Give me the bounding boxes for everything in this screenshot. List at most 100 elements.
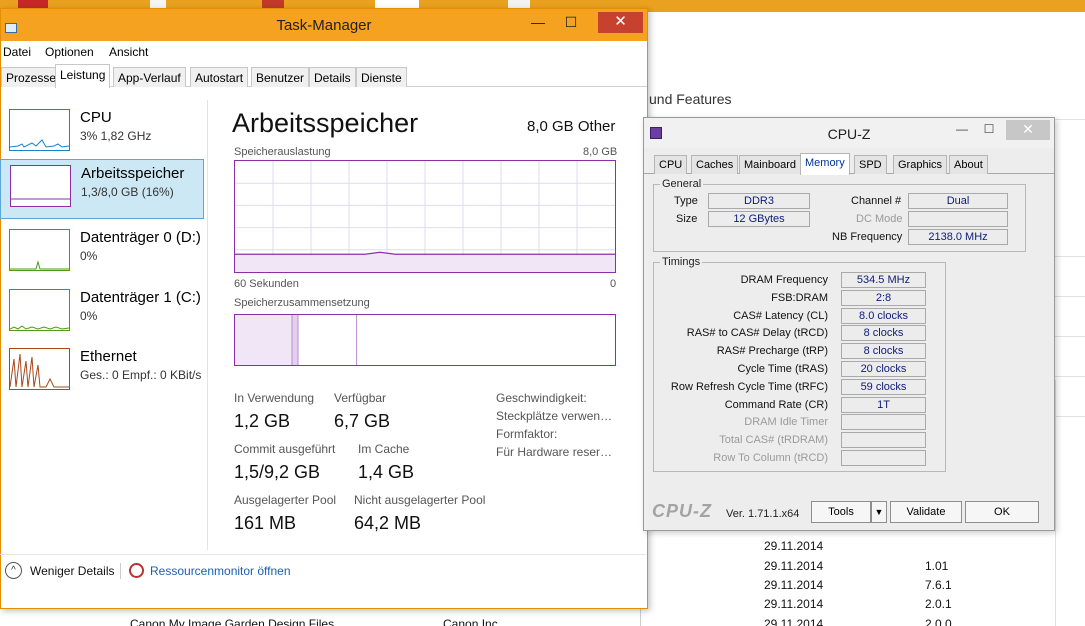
minimize-button[interactable]: — bbox=[524, 13, 552, 33]
dc-mode-field bbox=[908, 211, 1008, 227]
maximize-button[interactable]: ☐ bbox=[557, 13, 585, 33]
sidebar-item-detail: Ges.: 0 Empf.: 0 KBit/s bbox=[80, 368, 202, 382]
sidebar-item-label: Arbeitsspeicher bbox=[81, 165, 185, 182]
resource-monitor-link[interactable]: Ressourcenmonitor öffnen bbox=[150, 564, 291, 578]
nonpaged-pool-value: 64,2 MB bbox=[354, 513, 422, 533]
memory-usage-chart bbox=[235, 161, 615, 272]
cpuz-tab-mainboard[interactable]: Mainboard bbox=[739, 155, 801, 174]
size-field: 12 GBytes bbox=[708, 211, 810, 227]
timing-label: Cycle Time (tRAS) bbox=[737, 363, 828, 375]
timing-value: 1T bbox=[841, 396, 926, 413]
cpuz-tab-memory[interactable]: Memory bbox=[800, 153, 850, 175]
channel-label: Channel # bbox=[851, 195, 902, 207]
close-button[interactable]: ✕ bbox=[598, 12, 643, 33]
tools-dropdown-icon[interactable]: ▼ bbox=[871, 501, 887, 523]
available-label: Verfügbar bbox=[334, 391, 387, 405]
timing-label: FSB:DRAM bbox=[771, 291, 828, 304]
in-use-segment bbox=[235, 315, 292, 365]
nb-frequency-label: NB Frequency bbox=[832, 231, 903, 243]
program-name: Canon My Image Garden Design Files bbox=[130, 617, 335, 626]
sparkline-path bbox=[9, 353, 69, 388]
timing-label: CAS# Latency (CL) bbox=[733, 309, 828, 322]
program-version: 7.6.1 bbox=[925, 578, 952, 592]
timing-label: Total CAS# (tRDRAM) bbox=[719, 434, 828, 447]
memory-composition-label: Speicherzusammensetzung bbox=[234, 297, 370, 309]
timing-value bbox=[841, 414, 926, 431]
type-field: DDR3 bbox=[708, 193, 810, 209]
timing-label: DRAM Idle Timer bbox=[744, 416, 828, 429]
sidebar-item-2[interactable]: Arbeitsspeicher 1,3/8,0 GB (16%) bbox=[0, 159, 204, 219]
sidebar-sparkline bbox=[10, 260, 69, 270]
program-publisher: Canon Inc. bbox=[443, 617, 502, 626]
ok-button[interactable]: OK bbox=[965, 501, 1039, 523]
timing-value bbox=[841, 450, 926, 466]
cpuz-tab-spd[interactable]: SPD bbox=[854, 155, 887, 174]
sidebar-divider bbox=[207, 100, 208, 550]
sidebar-sparkline bbox=[11, 198, 70, 200]
resource-monitor-icon[interactable] bbox=[129, 563, 144, 578]
type-label: Type bbox=[674, 195, 698, 207]
menu-options[interactable]: Optionen bbox=[45, 45, 94, 59]
in-use-label: In Verwendung bbox=[234, 391, 315, 405]
programs-window-header: und Features bbox=[641, 80, 1085, 120]
memory-usage-max: 8,0 GB bbox=[583, 146, 618, 158]
modified-segment bbox=[292, 315, 298, 365]
cpuz-tabs: CPU Caches Mainboard Memory SPD Graphics… bbox=[644, 153, 1054, 175]
cpuz-minimize-button[interactable]: — bbox=[950, 122, 974, 136]
cpuz-titlebar[interactable]: CPU-Z — ☐ ✕ bbox=[644, 118, 1054, 148]
speed-label: Geschwindigkeit: bbox=[496, 391, 587, 405]
memory-composition-bar bbox=[234, 314, 616, 366]
cpuz-tab-graphics[interactable]: Graphics bbox=[893, 155, 948, 174]
timing-value: 2:8 bbox=[841, 289, 926, 306]
tools-button[interactable]: Tools bbox=[811, 501, 871, 523]
cpuz-tab-caches[interactable]: Caches bbox=[691, 155, 739, 174]
cpuz-tab-cpu[interactable]: CPU bbox=[654, 155, 688, 174]
sidebar-item-5[interactable]: Ethernet Ges.: 0 Empf.: 0 KBit/s bbox=[0, 343, 204, 403]
cpuz-close-button[interactable]: ✕ bbox=[1006, 120, 1050, 140]
graph-time-zero: 0 bbox=[610, 278, 617, 290]
cpuz-tab-about[interactable]: About bbox=[949, 155, 988, 174]
sidebar-thumbnail bbox=[9, 348, 70, 390]
menu-file[interactable]: Datei bbox=[3, 45, 31, 59]
hardware-reserved-label: Für Hardware reservi... bbox=[496, 445, 616, 459]
cached-label: Im Cache bbox=[358, 442, 410, 456]
sidebar-item-detail: 1,3/8,0 GB (16%) bbox=[81, 185, 174, 199]
timing-label: RAS# Precharge (tRP) bbox=[716, 345, 828, 358]
sparkline-path bbox=[9, 325, 70, 330]
sidebar-item-3[interactable]: Datenträger 0 (D:) 0% bbox=[0, 224, 204, 284]
menu-view[interactable]: Ansicht bbox=[109, 45, 148, 59]
channel-field: Dual bbox=[908, 193, 1008, 209]
in-use-value: 1,2 GB bbox=[234, 411, 291, 431]
timing-label: DRAM Frequency bbox=[740, 274, 828, 286]
sparkline-path bbox=[9, 139, 70, 148]
task-manager-titlebar[interactable]: Task-Manager — ☐ ✕ bbox=[1, 9, 647, 41]
tab-details[interactable]: Details bbox=[309, 67, 356, 87]
timing-label: RAS# to CAS# Delay (tRCD) bbox=[686, 327, 828, 340]
fewer-details-link[interactable]: Weniger Details bbox=[30, 564, 114, 578]
cpuz-maximize-button[interactable]: ☐ bbox=[977, 122, 1001, 136]
timings-legend: Timings bbox=[660, 256, 703, 268]
sidebar-item-detail: 0% bbox=[80, 309, 98, 323]
tab-users[interactable]: Benutzer bbox=[251, 67, 310, 87]
chevron-up-icon[interactable]: ^ bbox=[5, 562, 22, 579]
slots-used-label: Steckplätze verwend... bbox=[496, 409, 616, 423]
sidebar-item-4[interactable]: Datenträger 1 (C:) 0% bbox=[0, 284, 204, 344]
nonpaged-pool-label: Nicht ausgelagerter Pool bbox=[354, 493, 486, 507]
memory-usage-graph bbox=[234, 160, 616, 273]
tab-startup[interactable]: Autostart bbox=[190, 67, 249, 87]
task-manager-menubar: Datei Optionen Ansicht bbox=[1, 41, 647, 63]
sidebar-item-detail: 3% 1,82 GHz bbox=[80, 129, 152, 143]
task-manager-tabs: Prozesse Leistung App-Verlauf Autostart … bbox=[1, 64, 647, 88]
program-install-date: 29.11.2014 bbox=[764, 539, 824, 553]
memory-heading: Arbeitsspeicher bbox=[232, 108, 419, 138]
validate-button[interactable]: Validate bbox=[890, 501, 962, 523]
program-install-date: 29.11.2014 bbox=[764, 559, 824, 573]
cpuz-general-group: General Type DDR3 Size 12 GBytes Channel… bbox=[653, 178, 1026, 252]
tab-processes[interactable]: Prozesse bbox=[1, 67, 62, 87]
sidebar-item-1[interactable]: CPU 3% 1,82 GHz bbox=[0, 104, 204, 164]
tab-performance[interactable]: Leistung bbox=[55, 64, 111, 88]
sidebar-sparkline bbox=[9, 325, 70, 330]
tab-services[interactable]: Dienste bbox=[356, 67, 407, 87]
tab-app-history[interactable]: App-Verlauf bbox=[113, 67, 186, 87]
sparkline-path bbox=[10, 260, 69, 270]
